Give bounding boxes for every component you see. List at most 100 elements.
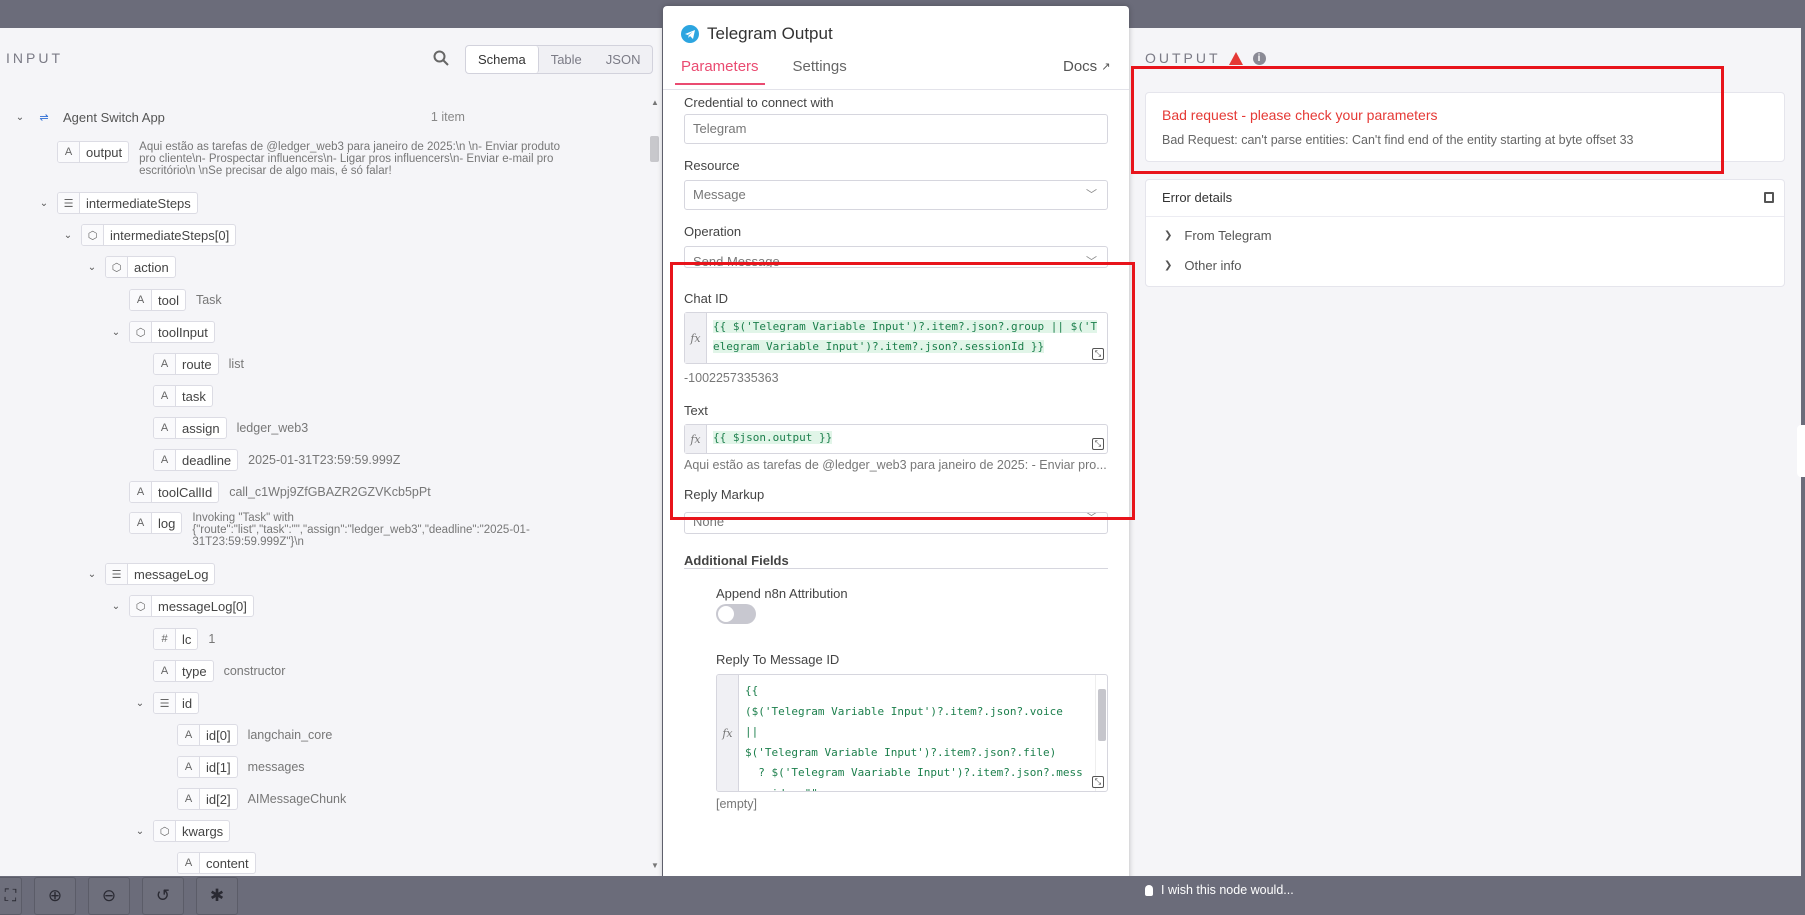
tree-row[interactable]: ⌄ ☰ id xyxy=(135,691,200,715)
schema-field-pill[interactable]: ☰ messageLog xyxy=(105,563,216,585)
expand-icon[interactable]: ⤡ xyxy=(1092,438,1104,450)
chevron-down-icon[interactable]: ⌄ xyxy=(15,112,25,123)
schema-field-pill[interactable]: Aid[2] xyxy=(177,788,238,810)
schema-field-pill[interactable]: Aassign xyxy=(153,417,227,439)
chevron-down-icon[interactable]: ⌄ xyxy=(87,569,97,580)
output-panel: OUTPUT i Bad request - please check your… xyxy=(1129,28,1801,876)
tree-row[interactable]: Aroute list xyxy=(135,352,244,376)
reply-to-expression-field[interactable]: fx {{ ($('Telegram Variable Input')?.ite… xyxy=(716,674,1108,792)
chevron-down-icon[interactable]: ⌄ xyxy=(111,601,121,612)
chevron-down-icon[interactable]: ⌄ xyxy=(135,826,145,837)
reply-to-scrollbar[interactable] xyxy=(1095,675,1107,791)
text-expression-field[interactable]: fx {{ $json.output }} ⤡ xyxy=(684,424,1108,454)
reply-markup-select[interactable]: None ﹀ xyxy=(684,512,1108,534)
copy-icon[interactable] xyxy=(1764,192,1774,203)
details-item-from-telegram[interactable]: ❯ From Telegram xyxy=(1164,228,1272,243)
schema-field-pill[interactable]: # lc xyxy=(153,628,199,650)
schema-field-pill[interactable]: Aid[0] xyxy=(177,724,238,746)
field-name: toolCallId xyxy=(158,484,213,500)
schema-field-pill[interactable]: ⬡ intermediateSteps[0] xyxy=(81,224,237,246)
schema-field-pill[interactable]: Alog xyxy=(129,512,183,534)
schema-field-pill[interactable]: Adeadline xyxy=(153,449,239,471)
tree-row[interactable]: Acontent xyxy=(159,851,256,875)
field-value: AIMessageChunk xyxy=(247,792,347,806)
schema-field-pill[interactable]: Atype xyxy=(153,660,214,682)
schema-field-pill[interactable]: Aroute xyxy=(153,353,219,375)
chevron-down-icon[interactable]: ⌄ xyxy=(135,698,145,709)
tree-row[interactable]: Adeadline 2025-01-31T23:59:59.999Z xyxy=(135,448,400,472)
chevron-down-icon[interactable]: ⌄ xyxy=(39,198,49,209)
reset-zoom-icon[interactable]: ↺ xyxy=(142,877,184,915)
tree-row[interactable]: # lc 1 xyxy=(135,627,215,651)
credential-select[interactable]: Telegram xyxy=(684,114,1108,144)
tree-row[interactable]: ⌄ ⬡ messageLog[0] xyxy=(111,594,254,618)
fit-view-icon[interactable]: ⛶ xyxy=(0,877,22,915)
switch-node-icon: ⇌ xyxy=(39,111,49,124)
tree-row[interactable]: Aid[1] messages xyxy=(159,755,305,779)
schema-field-pill[interactable]: ⬡ kwargs xyxy=(153,820,231,842)
tree-row[interactable]: ⌄ ⬡ action xyxy=(87,255,176,279)
reply-to-expression[interactable]: {{ ($('Telegram Variable Input')?.item?.… xyxy=(739,675,1095,791)
tree-row[interactable]: ⌄ ⬡ kwargs xyxy=(135,819,231,843)
schema-field-pill[interactable]: ⬡ toolInput xyxy=(129,321,215,343)
tree-row[interactable]: Aid[0] langchain_core xyxy=(159,723,332,747)
tab-settings[interactable]: Settings xyxy=(793,58,847,85)
debug-icon[interactable]: ✱ xyxy=(196,877,238,915)
info-icon[interactable]: i xyxy=(1252,51,1266,65)
schema-field-pill[interactable]: Acontent xyxy=(177,852,256,874)
tree-row[interactable]: Alog Invoking "Task" with {"route":"list"… xyxy=(111,512,572,548)
docs-link[interactable]: Docs ↗ xyxy=(1063,58,1110,75)
tree-row[interactable]: Atool Task xyxy=(111,288,222,312)
schema-field-pill[interactable]: ☰ id xyxy=(153,692,200,714)
string-type-icon: A xyxy=(154,661,176,681)
tree-row[interactable]: ⌄ ☰ intermediateSteps xyxy=(39,191,198,215)
schema-field-pill[interactable]: Atask xyxy=(153,385,213,407)
schema-field-pill[interactable]: ⬡ action xyxy=(105,256,176,278)
scroll-up-icon[interactable]: ▲ xyxy=(651,98,659,107)
text-expression[interactable]: {{ $json.output }} xyxy=(707,425,1107,453)
tree-row[interactable]: Aoutput Aqui estão as tarefas de @ledger_… xyxy=(39,141,569,177)
tree-row[interactable]: Aassign ledger_web3 xyxy=(135,416,308,440)
schema-field-pill[interactable]: ☰ intermediateSteps xyxy=(57,192,198,214)
tree-row[interactable]: Aid[2] AIMessageChunk xyxy=(159,787,346,811)
tree-row[interactable]: Atask xyxy=(135,384,213,408)
tree-row[interactable]: AtoolCallId call_c1Wpj9ZfGBAZR2GZVKcb5pPt xyxy=(111,480,431,504)
tree-row[interactable]: ⌄ ⬡ toolInput xyxy=(111,320,215,344)
chevron-down-icon[interactable]: ⌄ xyxy=(87,262,97,273)
scrollbar-thumb[interactable] xyxy=(1098,689,1106,741)
zoom-out-icon[interactable]: ⊖ xyxy=(88,877,130,915)
view-schema-button[interactable]: Schema xyxy=(466,46,539,73)
fx-icon: fx xyxy=(685,425,707,453)
object-type-icon: ⬡ xyxy=(106,257,128,277)
view-table-button[interactable]: Table xyxy=(539,46,594,73)
tree-row[interactable]: ⌄ ☰ messageLog xyxy=(87,562,216,586)
number-type-icon: # xyxy=(154,629,176,649)
schema-field-pill[interactable]: Atool xyxy=(129,289,186,311)
schema-field-pill[interactable]: AtoolCallId xyxy=(129,481,220,503)
view-json-button[interactable]: JSON xyxy=(594,46,653,73)
schema-field-pill[interactable]: ⬡ messageLog[0] xyxy=(129,595,254,617)
chat-id-expression-field[interactable]: fx {{ $('Telegram Variable Input')?.item… xyxy=(684,312,1108,364)
tab-parameters[interactable]: Parameters xyxy=(675,58,765,85)
search-icon[interactable] xyxy=(433,50,451,68)
chevron-down-icon[interactable]: ⌄ xyxy=(63,230,73,241)
resource-select[interactable]: Message ﹀ xyxy=(684,180,1108,210)
operation-select[interactable]: Send Message ﹀ xyxy=(684,246,1108,268)
details-item-other-info[interactable]: ❯ Other info xyxy=(1164,258,1241,273)
chevron-down-icon[interactable]: ⌄ xyxy=(111,327,121,338)
zoom-in-icon[interactable]: ⊕ xyxy=(34,877,76,915)
tree-row[interactable]: Atype constructor xyxy=(135,659,285,683)
expand-icon[interactable]: ⤡ xyxy=(1092,348,1104,360)
append-attribution-toggle[interactable] xyxy=(716,604,756,624)
scroll-down-icon[interactable]: ▼ xyxy=(651,861,659,870)
panel-edge-handle[interactable] xyxy=(1797,425,1805,477)
schema-field-pill[interactable]: Aid[1] xyxy=(177,756,238,778)
schema-field-pill[interactable]: Aoutput xyxy=(57,141,130,163)
tree-row[interactable]: ⌄ ⬡ intermediateSteps[0] xyxy=(63,223,237,247)
expand-icon[interactable]: ⤡ xyxy=(1092,776,1104,788)
chat-id-expression[interactable]: {{ $('Telegram Variable Input')?.item?.j… xyxy=(707,313,1107,363)
input-scrollbar-thumb[interactable] xyxy=(650,136,659,162)
tree-row[interactable]: ⌄ ⇌ Agent Switch App 1 item xyxy=(15,105,465,129)
node-title-text[interactable]: Telegram Output xyxy=(707,24,833,44)
feedback-link[interactable]: I wish this node would... xyxy=(1145,883,1294,897)
